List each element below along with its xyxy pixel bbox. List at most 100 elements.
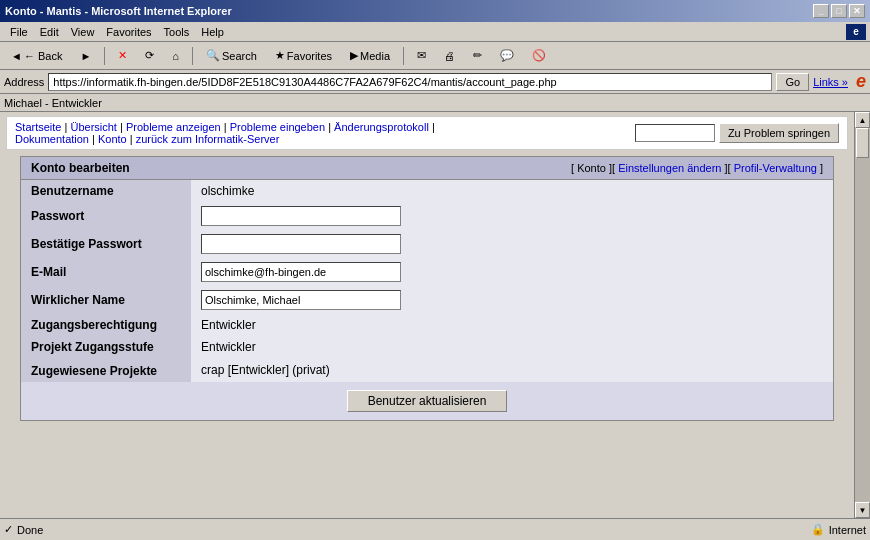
email-input[interactable]	[201, 262, 401, 282]
form-table: Benutzername olschimke Passwort	[21, 180, 833, 420]
print-icon: 🖨	[444, 50, 455, 62]
field-value-username: olschimke	[191, 180, 833, 202]
table-row: Bestätige Passwort	[21, 230, 833, 258]
form-header: Konto bearbeiten [ Konto ][ Einstellunge…	[21, 157, 833, 180]
refresh-button[interactable]: ⟳	[138, 45, 161, 67]
menu-view[interactable]: View	[65, 25, 101, 39]
search-button[interactable]: Zu Problem springen	[719, 123, 839, 143]
search-icon: 🔍	[206, 49, 220, 62]
table-row: Passwort	[21, 202, 833, 230]
menu-file[interactable]: File	[4, 25, 34, 39]
menu-help[interactable]: Help	[195, 25, 230, 39]
ie-logo: e	[846, 24, 866, 40]
realname-input[interactable]	[201, 290, 401, 310]
maximize-button[interactable]: □	[831, 4, 847, 18]
field-label-projects: Zugewiesene Projekte	[21, 358, 191, 382]
header-konto-label: Konto	[577, 162, 606, 174]
discuss-button[interactable]: 💬	[493, 45, 521, 67]
block-button[interactable]: 🚫	[525, 45, 553, 67]
header-profil-link[interactable]: Profil-Verwaltung	[734, 162, 817, 174]
field-value-access: Entwickler	[191, 314, 833, 336]
nav-probleme-eingeben[interactable]: Probleme eingeben	[230, 121, 325, 133]
nav-informatik-server[interactable]: zurück zum Informatik-Server	[136, 133, 280, 145]
status-icon: ✓	[4, 523, 13, 536]
field-label-access: Zugangsberechtigung	[21, 314, 191, 336]
search-input[interactable]	[635, 124, 715, 142]
print-button[interactable]: 🖨	[437, 45, 462, 67]
back-icon: ◄	[11, 50, 22, 62]
refresh-icon: ⟳	[145, 49, 154, 62]
nav-dokumentation[interactable]: Dokumentation	[15, 133, 89, 145]
status-right: 🔒 Internet	[811, 523, 866, 536]
forward-button[interactable]: ►	[73, 45, 98, 67]
go-button[interactable]: Go	[776, 73, 809, 91]
field-value-realname	[191, 286, 833, 314]
block-icon: 🚫	[532, 49, 546, 62]
form-header-links: [ Konto ][ Einstellungen ändern ][ Profi…	[571, 162, 823, 174]
discuss-icon: 💬	[500, 49, 514, 62]
menu-edit[interactable]: Edit	[34, 25, 65, 39]
forward-icon: ►	[80, 50, 91, 62]
scroll-up-button[interactable]: ▲	[855, 112, 870, 128]
table-row: Benutzername olschimke	[21, 180, 833, 202]
table-row: E-Mail	[21, 258, 833, 286]
menu-tools[interactable]: Tools	[158, 25, 196, 39]
field-value-email	[191, 258, 833, 286]
nav-konto[interactable]: Konto	[98, 133, 127, 145]
scroll-thumb[interactable]	[856, 128, 869, 158]
nav-links: Startseite | Übersicht | Probleme anzeig…	[15, 121, 435, 145]
scroll-track	[855, 128, 870, 502]
close-button[interactable]: ✕	[849, 4, 865, 18]
star-icon: ★	[275, 49, 285, 62]
home-button[interactable]: ⌂	[165, 45, 186, 67]
separator-1	[104, 47, 105, 65]
field-label-confirm-password: Bestätige Passwort	[21, 230, 191, 258]
form-title: Konto bearbeiten	[31, 161, 130, 175]
header-einstellungen-link[interactable]: Einstellungen ändern	[618, 162, 721, 174]
field-label-password: Passwort	[21, 202, 191, 230]
address-bar: Address Go Links » e	[0, 70, 870, 94]
nav-probleme-anzeigen[interactable]: Probleme anzeigen	[126, 121, 221, 133]
content-wrapper: Startseite | Übersicht | Probleme anzeig…	[0, 112, 870, 518]
nav-aenderungsprotokoll[interactable]: Änderungsprotokoll	[334, 121, 429, 133]
table-row: Projekt Zugangsstufe Entwickler	[21, 336, 833, 358]
menu-favorites[interactable]: Favorites	[100, 25, 157, 39]
stop-button[interactable]: ✕	[111, 45, 134, 67]
address-input[interactable]	[48, 73, 772, 91]
edit-button[interactable]: ✏	[466, 45, 489, 67]
media-button[interactable]: ▶ Media	[343, 45, 397, 67]
media-icon: ▶	[350, 49, 358, 62]
vertical-scrollbar[interactable]: ▲ ▼	[854, 112, 870, 518]
mail-button[interactable]: ✉	[410, 45, 433, 67]
minimize-button[interactable]: _	[813, 4, 829, 18]
nav-search: Zu Problem springen	[635, 123, 839, 143]
content-area: Startseite | Übersicht | Probleme anzeig…	[0, 112, 870, 518]
field-value-projects: crap [Entwickler] (privat)	[191, 358, 833, 382]
field-label-username: Benutzername	[21, 180, 191, 202]
window-title-bar: Konto - Mantis - Microsoft Internet Expl…	[0, 0, 870, 22]
field-label-email: E-Mail	[21, 258, 191, 286]
password-input[interactable]	[201, 206, 401, 226]
back-button[interactable]: ◄ ← Back	[4, 45, 69, 67]
scroll-down-button[interactable]: ▼	[855, 502, 870, 518]
submit-button[interactable]: Benutzer aktualisieren	[347, 390, 508, 412]
favorites-button[interactable]: ★ Favorites	[268, 45, 339, 67]
links-button[interactable]: Links »	[813, 76, 848, 88]
ie-logo-sm: e	[856, 71, 866, 92]
status-left: ✓ Done	[4, 523, 43, 536]
submit-row: Benutzer aktualisieren	[21, 382, 833, 420]
separator-2	[192, 47, 193, 65]
search-button[interactable]: 🔍 Search	[199, 45, 264, 67]
status-text: Done	[17, 524, 43, 536]
submit-cell: Benutzer aktualisieren	[21, 382, 833, 420]
window-controls[interactable]: _ □ ✕	[813, 4, 865, 18]
menu-bar: File Edit View Favorites Tools Help e	[0, 22, 870, 42]
mail-icon: ✉	[417, 49, 426, 62]
window-title: Konto - Mantis - Microsoft Internet Expl…	[5, 5, 232, 17]
security-icon: 🔒	[811, 523, 825, 536]
edit-icon: ✏	[473, 49, 482, 62]
confirm-password-input[interactable]	[201, 234, 401, 254]
nav-uebersicht[interactable]: Übersicht	[70, 121, 116, 133]
nav-startseite[interactable]: Startseite	[15, 121, 61, 133]
separator-3	[403, 47, 404, 65]
